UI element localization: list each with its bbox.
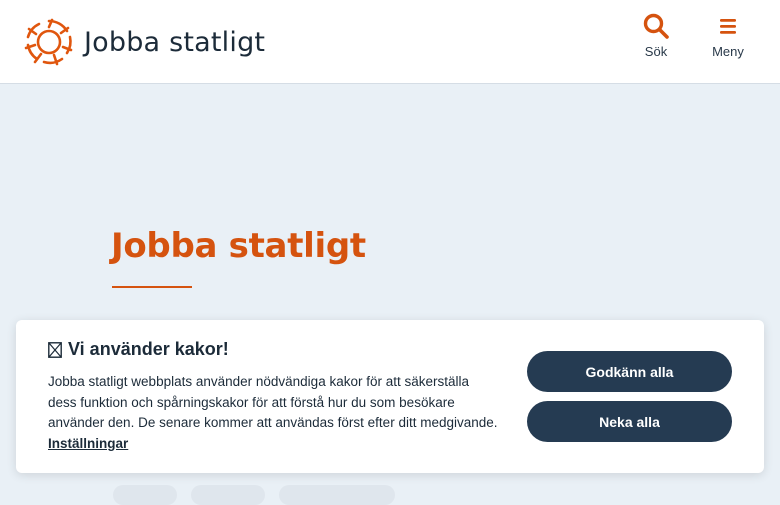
logo-icon <box>24 18 73 66</box>
cookie-banner-title-text: Vi använder kakor! <box>68 339 229 359</box>
tag-chip[interactable] <box>191 485 265 505</box>
tag-chip[interactable] <box>279 485 395 505</box>
search-button[interactable]: Sök <box>626 12 686 72</box>
logo-text: Jobba statligt <box>84 26 266 58</box>
decline-all-button[interactable]: Neka alla <box>527 401 732 442</box>
accept-all-button[interactable]: Godkänn alla <box>527 351 732 392</box>
cookie-banner-body: Jobba statligt webbplats använder nödvän… <box>48 374 498 430</box>
menu-button[interactable]: Meny <box>698 12 758 72</box>
site-logo[interactable]: Jobba statligt <box>21 17 265 67</box>
cookie-banner: Vi använder kakor! Jobba statligt webbpl… <box>16 320 764 473</box>
page-title: Jobba statligt <box>111 226 366 266</box>
hamburger-menu-icon <box>720 19 736 34</box>
missing-glyph-icon <box>48 341 62 358</box>
cookie-banner-title: Vi använder kakor! <box>48 339 229 360</box>
site-header: Jobba statligt Sök Meny <box>0 0 780 84</box>
cookie-settings-link[interactable]: Inställningar <box>48 436 128 451</box>
menu-label: Meny <box>712 44 744 59</box>
cookie-banner-text: Jobba statligt webbplats använder nödvän… <box>48 372 498 454</box>
tag-chip[interactable] <box>113 485 177 505</box>
search-label: Sök <box>644 44 668 59</box>
title-underline <box>112 286 192 288</box>
search-icon <box>643 13 669 39</box>
